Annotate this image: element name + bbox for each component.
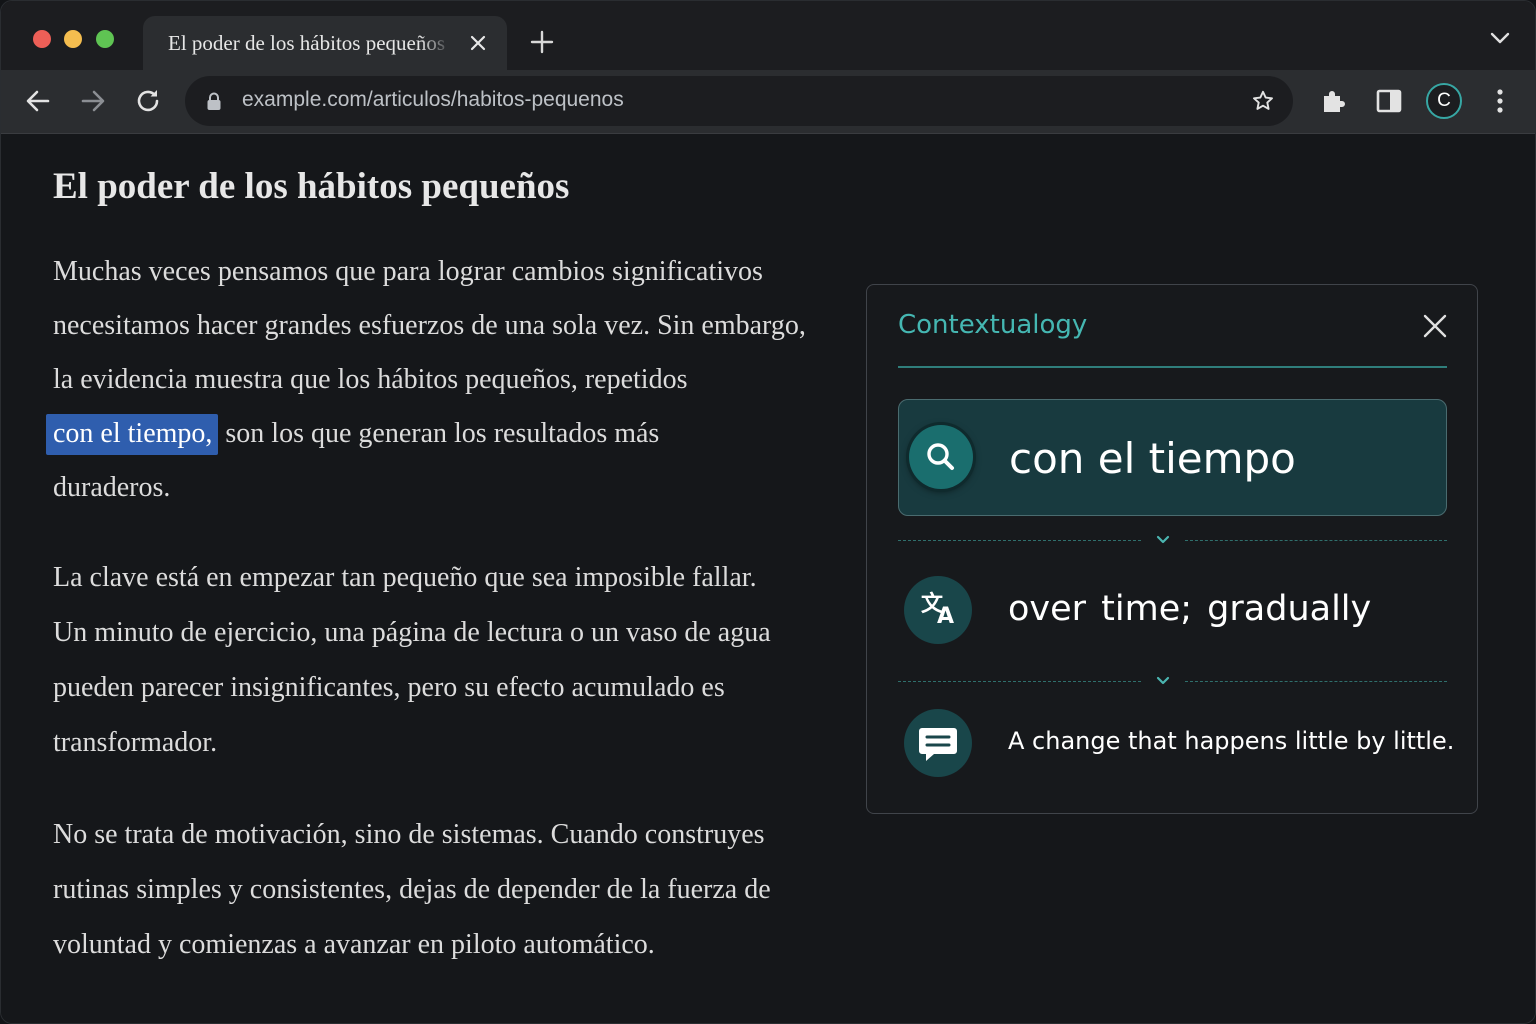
paragraph-line: Un minuto de ejercicio, una página de le…: [53, 617, 771, 648]
active-tab[interactable]: El poder de los hábitos pequeños: [143, 16, 507, 70]
plus-icon[interactable]: [529, 29, 555, 55]
kebab-menu-icon[interactable]: [1484, 85, 1516, 117]
selected-text[interactable]: con el tiempo,: [46, 414, 219, 455]
tab-strip: El poder de los hábitos pequeños: [1, 1, 1535, 70]
paragraph-line-rest: son los que generan los resultados más: [218, 418, 660, 449]
side-panel-icon[interactable]: [1373, 85, 1405, 117]
popup-title: Contextualogy: [898, 310, 1088, 340]
article-paragraph-3: No se trata de motivación, sino de siste…: [53, 807, 853, 972]
address-bar[interactable]: example.com/articulos/habitos-pequenos: [185, 76, 1293, 126]
puzzle-icon[interactable]: [1317, 85, 1349, 117]
paragraph-line: pueden parecer insignificantes, pero su …: [53, 672, 725, 703]
popup-divider: [898, 366, 1447, 368]
paragraph-line: rutinas simples y consistentes, dejas de…: [53, 874, 771, 905]
reload-icon[interactable]: [132, 85, 164, 117]
profile-avatar[interactable]: C: [1426, 83, 1462, 119]
maximize-window-button[interactable]: [96, 30, 114, 48]
svg-text:A: A: [937, 604, 954, 629]
translate-icon: 文 A: [904, 576, 972, 644]
url-text[interactable]: example.com/articulos/habitos-pequenos: [242, 88, 624, 112]
paragraph-line: con el tiempo, son los que generan los r…: [46, 407, 853, 461]
close-icon[interactable]: [467, 32, 489, 54]
section-divider: [898, 672, 1447, 692]
close-icon[interactable]: [1422, 313, 1448, 339]
chevron-down-icon: [1156, 535, 1170, 544]
selected-term: con el tiempo: [1009, 434, 1296, 483]
contextualogy-popup: Contextualogy con el tiempo 文 A over tim…: [866, 284, 1478, 814]
chat-bubble-icon: [904, 709, 972, 777]
paragraph-line: La clave está en empezar tan pequeño que…: [53, 562, 757, 593]
browser-window: El poder de los hábitos pequeños example…: [0, 0, 1536, 1024]
arrow-left-icon[interactable]: [22, 85, 54, 117]
tab-title: El poder de los hábitos pequeños: [168, 31, 446, 55]
minimize-window-button[interactable]: [64, 30, 82, 48]
star-icon[interactable]: [1251, 89, 1275, 113]
translation-text: over time; gradually: [1008, 589, 1372, 629]
lock-icon: [207, 92, 221, 110]
chevron-down-icon: [1156, 676, 1170, 685]
paragraph-line: necesitamos hacer grandes esfuerzos de u…: [53, 310, 806, 341]
page-content: El poder de los hábitos pequeños Muchas …: [1, 135, 1535, 1023]
chevron-down-icon[interactable]: [1488, 28, 1512, 48]
paragraph-line: voluntad y comienzas a avanzar en piloto…: [53, 929, 655, 960]
section-divider: [898, 531, 1447, 551]
article-title: El poder de los hábitos pequeños: [53, 166, 570, 207]
definition-text: A change that happens little by little.: [1008, 727, 1455, 755]
paragraph-line: la evidencia muestra que los hábitos peq…: [53, 364, 688, 395]
article-paragraph-2: La clave está en empezar tan pequeño que…: [53, 550, 853, 770]
term-card: con el tiempo: [898, 399, 1447, 516]
paragraph-line: Muchas veces pensamos que para lograr ca…: [53, 256, 763, 287]
paragraph-line: No se trata de motivación, sino de siste…: [53, 819, 765, 850]
paragraph-line: duraderos.: [53, 472, 171, 503]
paragraph-line: transformador.: [53, 727, 218, 758]
search-icon[interactable]: [909, 425, 973, 489]
arrow-right-icon[interactable]: [77, 85, 109, 117]
article-paragraph-1: Muchas veces pensamos que para lograr ca…: [46, 245, 853, 515]
close-window-button[interactable]: [33, 30, 51, 48]
browser-toolbar: example.com/articulos/habitos-pequenos C: [1, 70, 1535, 134]
